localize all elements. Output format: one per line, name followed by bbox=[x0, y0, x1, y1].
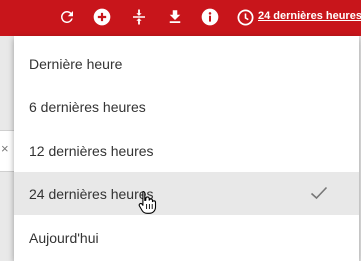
menu-item-last-24-hours[interactable]: 24 dernières heures bbox=[14, 172, 359, 215]
menu-item-label: 24 dernières heures bbox=[29, 185, 154, 202]
download-icon[interactable] bbox=[165, 7, 185, 27]
clock-icon[interactable] bbox=[235, 7, 255, 27]
menu-item-last-6-hours[interactable]: 6 dernières heures bbox=[14, 85, 359, 128]
menu-item-label: 6 dernières heures bbox=[29, 98, 146, 115]
menu-item-label: Aujourd'hui bbox=[29, 229, 99, 246]
time-range-selector[interactable]: 24 dernières heures bbox=[258, 10, 361, 22]
add-circle-icon[interactable] bbox=[92, 7, 112, 27]
menu-item-last-12-hours[interactable]: 12 dernières heures bbox=[14, 129, 359, 172]
close-icon[interactable]: × bbox=[1, 141, 9, 156]
menu-item-last-hour[interactable]: Dernière heure bbox=[14, 42, 359, 85]
time-range-dropdown: Dernière heure 6 dernières heures 12 der… bbox=[14, 36, 359, 261]
info-icon[interactable] bbox=[200, 7, 220, 27]
collapse-icon[interactable] bbox=[129, 7, 149, 27]
menu-item-label: 12 dernières heures bbox=[29, 142, 154, 159]
menu-item-today[interactable]: Aujourd'hui bbox=[14, 216, 359, 259]
menu-item-label: Dernière heure bbox=[29, 55, 123, 72]
checkmark-icon bbox=[310, 186, 328, 200]
toolbar: 24 dernières heures bbox=[0, 0, 361, 36]
refresh-icon[interactable] bbox=[57, 7, 77, 27]
